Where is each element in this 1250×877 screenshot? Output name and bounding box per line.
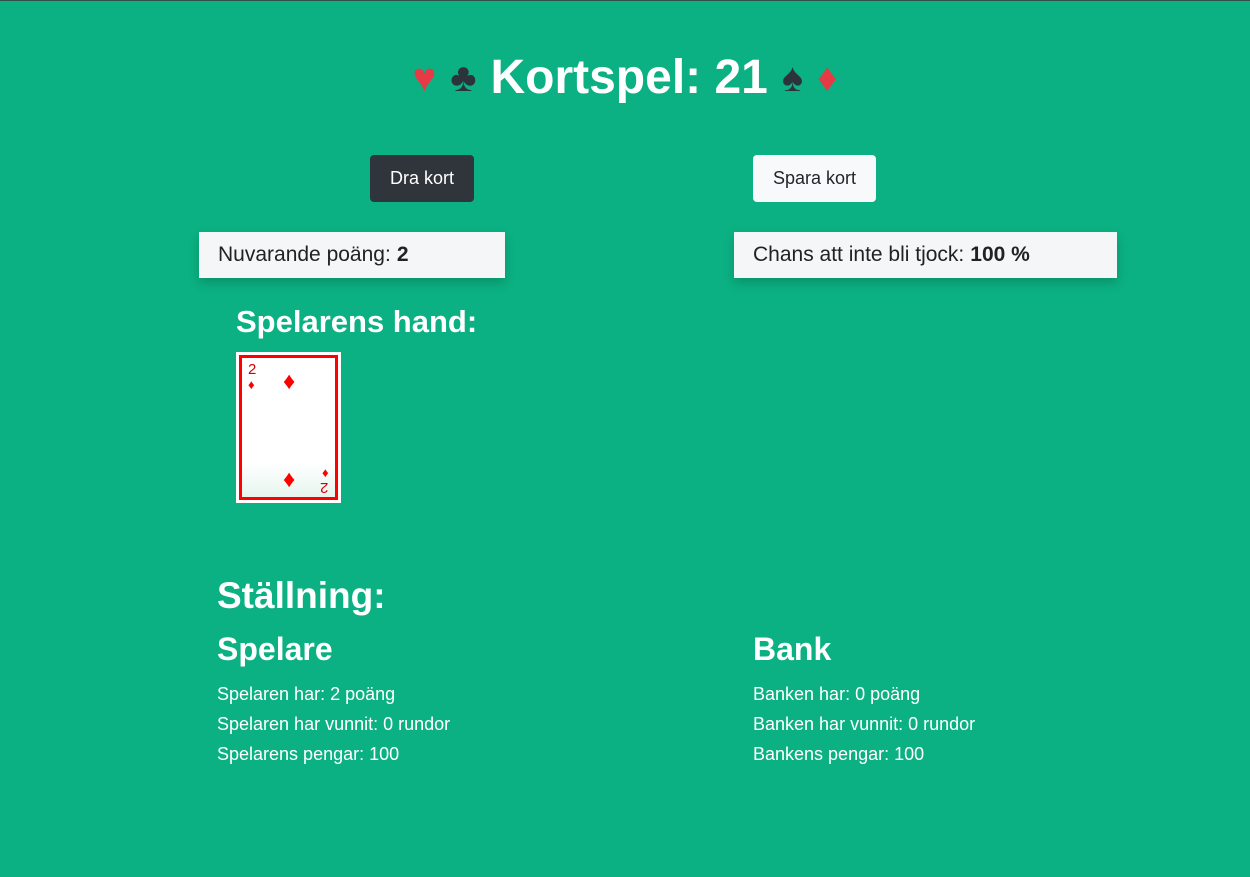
player-title: Spelare xyxy=(217,631,333,667)
player-points: Spelaren har: 2 poäng xyxy=(217,684,396,704)
draw-card-button[interactable]: Dra kort xyxy=(370,155,474,202)
card-rank-bottom: 2 xyxy=(320,479,329,496)
card-rank-top: 2 xyxy=(248,361,257,378)
stand-button[interactable]: Spara kort xyxy=(753,155,876,202)
top-border xyxy=(0,0,1250,1)
page-title: ♥ ♣ Kortspel: 21 ♠ ♦ xyxy=(0,48,1250,108)
scoreboard-title: Ställning: xyxy=(217,575,386,616)
spade-icon: ♠ xyxy=(781,56,804,100)
bust-chance-value: 100 % xyxy=(970,243,1030,266)
diamond-icon: ♦ xyxy=(248,377,255,392)
current-points-value: 2 xyxy=(396,243,409,266)
club-icon: ♣ xyxy=(450,56,477,100)
diamond-icon: ♦ xyxy=(283,466,296,493)
bank-points: Banken har: 0 poäng xyxy=(753,684,921,704)
bank-wins: Banken har vunnit: 0 rundor xyxy=(753,714,976,734)
current-points-box: Nuvarande poäng: 2 xyxy=(199,232,505,278)
diamond-icon: ♦ xyxy=(322,465,329,480)
hand-title: Spelarens hand: xyxy=(236,304,478,339)
bust-chance-box: Chans att inte bli tjock: 100 % xyxy=(734,232,1117,278)
diamond-icon: ♦ xyxy=(817,56,838,100)
bust-chance-label: Chans att inte bli tjock: xyxy=(753,243,965,266)
bank-title: Bank xyxy=(753,631,832,667)
title-text: Kortspel: 21 xyxy=(490,51,768,104)
playing-card: 2 ♦ ♦ ♦ ♦ 2 xyxy=(236,352,341,503)
card-face: 2 ♦ ♦ ♦ ♦ 2 xyxy=(239,355,338,500)
heart-icon: ♥ xyxy=(412,56,437,100)
current-points-label: Nuvarande poäng: xyxy=(218,243,391,266)
player-money: Spelarens pengar: 100 xyxy=(217,744,400,764)
player-wins: Spelaren har vunnit: 0 rundor xyxy=(217,714,451,734)
diamond-icon: ♦ xyxy=(283,368,296,395)
bank-money: Bankens pengar: 100 xyxy=(753,744,925,764)
